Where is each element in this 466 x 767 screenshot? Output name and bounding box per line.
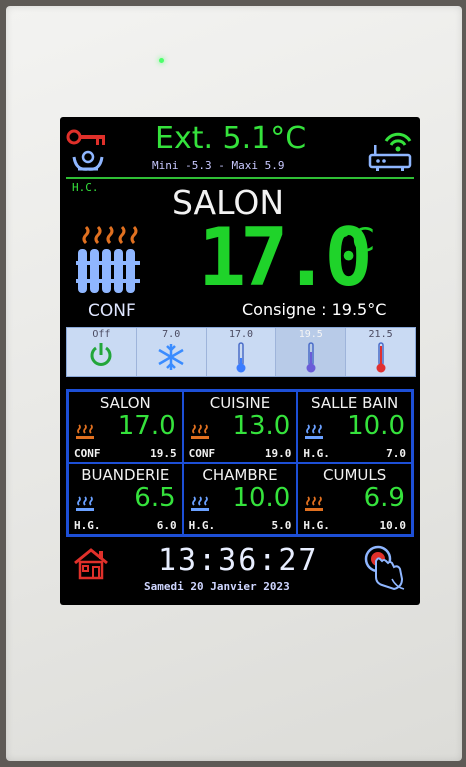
room-tile-setpoint: 19.0	[264, 447, 292, 460]
room-tile-mode: H.G.	[188, 519, 216, 532]
power-icon	[90, 343, 112, 366]
room-tile-chambre[interactable]: CHAMBRE 10.0 H.G. 5.0	[182, 463, 298, 535]
room-tile-temp: 6.9	[363, 483, 405, 513]
radiator-heating-icon[interactable]	[76, 225, 146, 301]
room-tile-temp: 13.0	[232, 411, 291, 441]
mode-boost-button[interactable]: 21.5	[346, 328, 415, 376]
wifi-router-icon[interactable]	[366, 127, 414, 177]
room-tile-setpoint: 7.0	[386, 447, 406, 460]
room-tile-setpoint: 10.0	[379, 519, 406, 532]
thermometer-mid-icon	[306, 342, 316, 373]
user-key-icon[interactable]	[66, 127, 114, 179]
room-tile-buanderie[interactable]: BUANDERIE 6.5 H.G. 6.0	[68, 463, 183, 535]
temperature-unit: °C	[336, 221, 375, 259]
mode-code: H.C.	[72, 181, 99, 194]
heating-active-icon	[305, 496, 324, 511]
room-tile-mode: CONF	[74, 447, 101, 460]
room-tile-temp: 10.0	[347, 411, 405, 441]
clock-time: 13:36:27	[158, 543, 319, 578]
room-tile-setpoint: 5.0	[271, 519, 292, 532]
device-case: Ext. 5.1°C Mini -5.3 - Maxi 5.9 H.C. SAL…	[6, 6, 462, 761]
room-tile-mode: H.G.	[74, 519, 101, 532]
mode-frost-label: 7.0	[162, 329, 181, 340]
mode-frost-button[interactable]: 7.0	[137, 328, 207, 376]
room-tile-mode: H.G.	[303, 447, 330, 460]
room-tile-name: CHAMBRE	[202, 466, 278, 484]
thermometer-low-icon	[236, 342, 246, 373]
main-mode: CONF	[88, 301, 136, 321]
home-icon[interactable]	[72, 547, 110, 585]
heating-idle-icon	[76, 496, 94, 511]
room-tile-salle-bain[interactable]: SALLE BAIN 10.0 H.G. 7.0	[297, 391, 412, 463]
room-tile-temp: 17.0	[117, 411, 176, 441]
heating-active-icon	[190, 424, 209, 439]
mode-comfort-button[interactable]: 19.5	[276, 328, 347, 376]
thermometer-high-icon	[376, 342, 386, 373]
heating-active-icon	[76, 424, 94, 439]
room-tile-name: SALLE BAIN	[311, 394, 399, 412]
room-tile-cuisine[interactable]: CUISINE 13.0 CONF 19.0	[182, 391, 298, 463]
header-divider	[66, 177, 414, 179]
clock-date: Samedi 20 Janvier 2023	[144, 580, 290, 593]
touch-settings-icon[interactable]	[362, 543, 408, 597]
rooms-grid: SALON 17.0 CONF 19.5 CUISINE 13.0 CONF 1…	[66, 389, 414, 537]
mode-eco-label: 17.0	[228, 329, 254, 340]
room-tile-temp: 6.5	[134, 483, 176, 513]
room-tile-name: CUMULS	[323, 466, 387, 484]
room-tile-name: CUISINE	[209, 394, 271, 412]
setpoint: Consigne : 19.5°C	[242, 300, 387, 319]
mode-selector-strip: Off 7.0 17.0 19.5 21.5	[66, 327, 416, 377]
mode-off-button[interactable]: Off	[67, 328, 137, 376]
thermostat-screen: Ext. 5.1°C Mini -5.3 - Maxi 5.9 H.C. SAL…	[60, 117, 420, 605]
heating-idle-icon	[305, 424, 324, 439]
room-tile-mode: H.G.	[303, 519, 330, 532]
outdoor-temperature: Ext. 5.1°C	[155, 121, 307, 156]
heating-idle-icon	[190, 496, 209, 511]
outdoor-min-max: Mini -5.3 - Maxi 5.9	[152, 159, 285, 172]
mode-boost-label: 21.5	[368, 329, 393, 340]
room-tile-name: BUANDERIE	[81, 466, 170, 484]
room-tile-cumuls[interactable]: CUMULS 6.9 H.G. 10.0	[297, 463, 412, 535]
room-tile-setpoint: 19.5	[150, 447, 177, 460]
room-tile-name: SALON	[99, 394, 151, 412]
room-tile-mode: CONF	[188, 447, 216, 460]
mode-eco-button[interactable]: 17.0	[207, 328, 277, 376]
mode-off-label: Off	[92, 329, 111, 340]
room-tile-setpoint: 6.0	[156, 519, 177, 532]
room-tile-salon[interactable]: SALON 17.0 CONF 19.5	[68, 391, 183, 463]
snowflake-icon	[158, 344, 184, 370]
room-tile-temp: 10.0	[232, 483, 291, 513]
status-led	[159, 58, 164, 63]
mode-comfort-label: 19.5	[298, 329, 323, 340]
